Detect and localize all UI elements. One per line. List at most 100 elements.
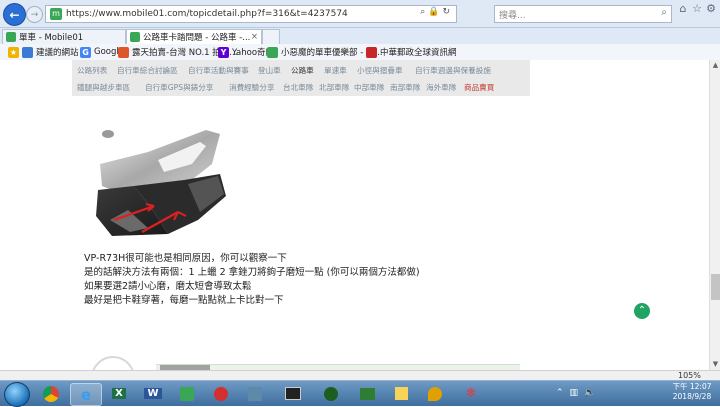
nav-link[interactable]: 南部車隊 bbox=[390, 82, 420, 93]
gear-icon[interactable]: ⚙ bbox=[705, 3, 717, 15]
favorite-suggested-sites[interactable]: 建議的網站 ▾ bbox=[22, 46, 85, 58]
system-tray[interactable]: ⌃▥🔈 bbox=[556, 388, 601, 398]
snowflake-app-icon: ❄ bbox=[465, 386, 477, 401]
page-content: 公路列表 自行車綜合討論區 自行車活動與賽事 登山車 公路車 單速車 小徑與摺疊… bbox=[0, 60, 709, 370]
pedal-image bbox=[96, 130, 226, 236]
clock-time: 下午 12:07 bbox=[672, 382, 712, 391]
vertical-scrollbar[interactable]: ▲ ▼ bbox=[709, 60, 720, 370]
nav-link-marketplace[interactable]: 商品賣買 bbox=[464, 82, 494, 93]
chevron-up-icon[interactable]: ⌃ bbox=[556, 388, 570, 398]
arrow-left-icon: ← bbox=[9, 7, 20, 22]
taskbar: e X W ❄ ⌃▥🔈 下午 12:07 2018/9/28 bbox=[0, 380, 720, 407]
photo-app-icon bbox=[248, 386, 262, 401]
url-text: https://www.mobile01.com/topicdetail.php… bbox=[66, 9, 348, 19]
taskbar-app[interactable] bbox=[206, 383, 236, 404]
category-nav: 公路列表 自行車綜合討論區 自行車活動與賽事 登山車 公路車 單速車 小徑與摺疊… bbox=[72, 60, 530, 96]
mobile01-favicon-icon bbox=[6, 32, 16, 42]
new-tab-button[interactable] bbox=[262, 29, 280, 44]
green-app-icon bbox=[180, 386, 194, 401]
scroll-up-arrow-icon[interactable]: ▲ bbox=[710, 60, 720, 71]
address-bar: ← → m https://www.mobile01.com/topicdeta… bbox=[0, 0, 720, 28]
close-icon[interactable]: × bbox=[251, 32, 258, 42]
post-text-line: VP-R73H很可能也是相同原因，你可以觀察一下 bbox=[84, 253, 287, 264]
url-tools: ⌕🔒↻ bbox=[420, 7, 453, 17]
nav-link[interactable]: 海外車隊 bbox=[426, 82, 456, 93]
paint-icon bbox=[428, 386, 442, 401]
taskbar-word[interactable]: W bbox=[138, 383, 168, 404]
tab-title: 公路車卡踏問題 - 公路車 -... bbox=[143, 33, 251, 43]
lock-icon[interactable]: 🔒 bbox=[428, 7, 442, 17]
ruten-icon bbox=[118, 46, 129, 58]
back-button[interactable]: ← bbox=[3, 3, 26, 26]
taskbar-app[interactable] bbox=[172, 383, 202, 404]
start-button[interactable] bbox=[4, 382, 30, 407]
url-field[interactable]: m https://www.mobile01.com/topicdetail.p… bbox=[45, 5, 457, 23]
taskbar-chrome[interactable] bbox=[36, 383, 66, 404]
nav-link[interactable]: 公路列表 bbox=[77, 65, 107, 76]
arrow-right-icon: → bbox=[30, 9, 39, 20]
nav-link[interactable]: 自行車週邊與保養設施 bbox=[415, 65, 491, 76]
clock[interactable]: 下午 12:07 2018/9/28 bbox=[672, 382, 712, 402]
favorites-star-icon[interactable]: ★ bbox=[8, 46, 22, 58]
nav-link[interactable]: 自行車GPS與錶分享 bbox=[145, 82, 213, 93]
nav-link[interactable]: 鐵腿與越步車區 bbox=[77, 82, 130, 93]
volume-icon[interactable]: 🔈 bbox=[584, 388, 601, 398]
nav-link[interactable]: 登山車 bbox=[258, 65, 281, 76]
taskbar-excel[interactable]: X bbox=[104, 383, 134, 404]
taskbar-app[interactable] bbox=[316, 383, 346, 404]
chrome-icon bbox=[43, 385, 59, 402]
tab-title: 單車 - Mobile01 bbox=[19, 33, 84, 43]
tab-topic-detail[interactable]: 公路車卡踏問題 - 公路車 -... × bbox=[126, 29, 262, 44]
google-icon: G bbox=[80, 46, 91, 58]
tab-mobile01-bikes[interactable]: 單車 - Mobile01 bbox=[2, 29, 126, 44]
taskbar-app[interactable]: ❄ bbox=[456, 383, 486, 404]
nav-link[interactable]: 消費經驗分享 bbox=[229, 82, 275, 93]
red-app-icon bbox=[214, 386, 228, 401]
favorite-label: 中華郵政全球資訊網 bbox=[380, 48, 457, 58]
internet-explorer-icon: e bbox=[80, 385, 92, 404]
search-icon[interactable]: ⌕ bbox=[661, 7, 667, 18]
taskbar-app[interactable] bbox=[240, 383, 270, 404]
remote-desktop-icon bbox=[359, 387, 375, 400]
taskbar-internet-explorer[interactable]: e bbox=[70, 383, 102, 406]
nav-link[interactable]: 自行車活動與賽事 bbox=[188, 65, 249, 76]
nav-link[interactable]: 台北車隊 bbox=[283, 82, 313, 93]
favorites-bar: ★ 建議的網站 ▾ G Google 露天拍賣-台灣 NO.1 拍賣... Y Ya… bbox=[0, 44, 720, 61]
nav-link[interactable]: 北部車隊 bbox=[319, 82, 349, 93]
search-placeholder: 搜尋... bbox=[499, 11, 526, 21]
post-text-line: 最好是把卡鞋穿著，每磨一點點就上卡比對一下 bbox=[84, 295, 284, 306]
taskbar-app[interactable] bbox=[420, 383, 450, 404]
mobile01-favicon-icon bbox=[130, 32, 140, 42]
scrollbar-thumb[interactable] bbox=[711, 274, 720, 300]
tab-bar: 單車 - Mobile01 公路車卡踏問題 - 公路車 -... × bbox=[0, 28, 720, 45]
clipped-post-text bbox=[118, 94, 358, 98]
taskbar-app[interactable] bbox=[352, 383, 382, 404]
home-icon[interactable]: ⌂ bbox=[677, 3, 689, 15]
zoom-level[interactable]: 105% bbox=[678, 371, 701, 380]
network-icon[interactable]: ▥ bbox=[570, 388, 585, 398]
favorites-star-icon[interactable]: ☆ bbox=[691, 3, 703, 15]
nav-link[interactable]: 中部車隊 bbox=[354, 82, 384, 93]
nav-link[interactable]: 單速車 bbox=[324, 65, 347, 76]
refresh-icon[interactable]: ↻ bbox=[442, 7, 453, 17]
nav-link[interactable]: 自行車綜合討論區 bbox=[117, 65, 178, 76]
post-text-line: 如果要選2請小心磨，磨太短會導致太鬆 bbox=[84, 281, 252, 292]
chevron-up-icon: ⌃ bbox=[637, 305, 647, 316]
nav-link-active[interactable]: 公路車 bbox=[291, 65, 314, 76]
word-icon: W bbox=[144, 388, 162, 399]
avatar[interactable] bbox=[91, 356, 135, 370]
favorite-chunghwa-post[interactable]: 中華郵政全球資訊網 bbox=[366, 46, 457, 58]
favorite-yahoo[interactable]: Y Yahoo奇摩 bbox=[218, 46, 274, 58]
search-input[interactable]: 搜尋... ⌕ bbox=[494, 5, 672, 23]
forward-button[interactable]: → bbox=[26, 6, 43, 23]
taskbar-app[interactable] bbox=[278, 383, 308, 404]
terminal-icon bbox=[285, 387, 301, 400]
scroll-down-arrow-icon[interactable]: ▼ bbox=[710, 359, 720, 370]
notes-icon bbox=[394, 387, 408, 400]
taskbar-app[interactable] bbox=[386, 383, 416, 404]
nav-link[interactable]: 小徑與摺疊車 bbox=[357, 65, 403, 76]
excel-icon: X bbox=[112, 388, 126, 399]
mobile01-icon bbox=[267, 46, 278, 58]
scroll-to-top-button[interactable]: ⌃ bbox=[634, 303, 650, 319]
mobile01-favicon-icon: m bbox=[50, 8, 62, 20]
